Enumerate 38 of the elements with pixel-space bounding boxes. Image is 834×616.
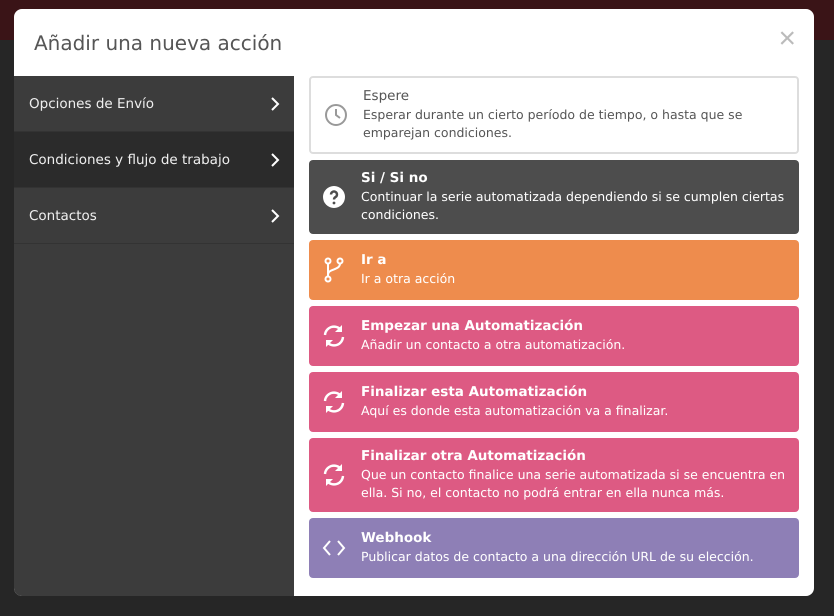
action-description: Aquí es donde esta automatización va a finalizar. [361, 402, 668, 420]
sidebar-item-label: Condiciones y flujo de trabajo [29, 152, 230, 168]
close-button[interactable]: × [778, 24, 796, 54]
sidebar-item-label: Opciones de Envío [29, 96, 154, 112]
action-card[interactable]: Finalizar otra Automatización Que un contacto finalice una serie automatizada si se encuentra en ella. Si no, el contacto no podrá entrar en ella nunca más. [309, 438, 799, 512]
action-description: Esperar durante un cierto período de tiempo, o hasta que se emparejan condiciones. [363, 106, 744, 142]
action-description: Añadir un contacto a otra automatización. [361, 336, 626, 354]
dialog-title: Añadir una nueva acción [34, 30, 282, 54]
action-description: Publicar datos de contacto a una dirección URL de su elección. [361, 548, 754, 566]
action-description: Continuar la serie automatizada dependiendo si se cumplen ciertas condiciones. [361, 188, 786, 224]
sidebar-item[interactable]: Condiciones y flujo de trabajo [14, 132, 294, 188]
sidebar-item[interactable]: Contactos [14, 188, 294, 244]
sidebar-item-label: Contactos [29, 208, 97, 224]
action-title: Finalizar otra Automatización [361, 448, 587, 464]
action-title: Finalizar esta Automatización [361, 384, 588, 400]
chevron-right-icon [270, 96, 280, 110]
action-card[interactable]: Ir a Ir a otra acción [309, 240, 799, 300]
action-card[interactable]: Webhook Publicar datos de contacto a una dirección URL de su elección. [309, 518, 799, 578]
action-card[interactable]: Si / Si no Continuar la serie automatizada dependiendo si se cumplen ciertas condiciones. [309, 160, 799, 234]
branch-icon [323, 257, 345, 283]
question-icon [322, 185, 346, 209]
refresh-icon [321, 323, 347, 349]
action-title: Webhook [361, 530, 432, 546]
action-card[interactable]: Empezar una Automatización Añadir un contacto a otra automatización. [309, 306, 799, 366]
clock-icon [324, 103, 348, 127]
action-title: Ir a [361, 252, 388, 268]
action-title: Empezar una Automatización [361, 318, 584, 334]
action-title: Espere [363, 88, 410, 104]
action-description: Que un contacto finalice una serie automatizada si se encuentra en ella. Si no, el contacto no podrá entrar en ella nunca más. [361, 466, 786, 502]
refresh-icon [321, 389, 347, 415]
action-title: Si / Si no [361, 170, 429, 186]
action-description: Ir a otra acción [361, 270, 456, 288]
action-card[interactable]: Finalizar esta Automatización Aquí es donde esta automatización va a finalizar. [309, 372, 799, 432]
action-card[interactable]: Espere Esperar durante un cierto período de tiempo, o hasta que se emparejan condiciones. [309, 76, 799, 154]
chevron-right-icon [270, 208, 280, 222]
code-icon [322, 539, 346, 557]
refresh-icon [321, 462, 347, 488]
chevron-right-icon [270, 152, 280, 166]
